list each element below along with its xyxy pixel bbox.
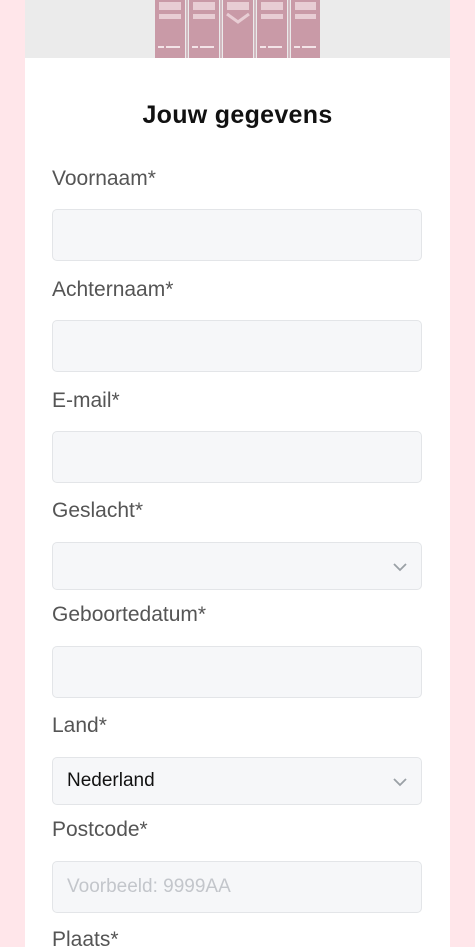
chevron-down-icon xyxy=(393,778,407,787)
country-value: Nederland xyxy=(67,770,155,791)
first-name-label: Voornaam* xyxy=(52,167,156,190)
country-select[interactable]: Nederland xyxy=(52,757,422,805)
product-image xyxy=(155,0,320,58)
form-title: Jouw gegevens xyxy=(142,101,333,129)
country-label: Land* xyxy=(52,714,107,737)
first-name-input[interactable] xyxy=(52,209,422,261)
birthdate-input[interactable] xyxy=(52,646,422,698)
birthdate-label: Geboortedatum* xyxy=(52,603,207,626)
email-input[interactable] xyxy=(52,431,422,483)
email-label: E-mail* xyxy=(52,389,120,412)
last-name-label: Achternaam* xyxy=(52,278,174,301)
gender-select[interactable] xyxy=(52,542,422,590)
city-label: Plaats* xyxy=(52,928,119,947)
last-name-input[interactable] xyxy=(52,320,422,372)
hero-banner xyxy=(25,0,450,58)
postcode-label: Postcode* xyxy=(52,818,148,841)
postcode-input[interactable]: Voorbeeld: 9999AA xyxy=(52,861,422,913)
gender-label: Geslacht* xyxy=(52,499,144,522)
chevron-down-icon xyxy=(393,563,407,572)
postcode-placeholder: Voorbeeld: 9999AA xyxy=(67,876,231,897)
form-card: Jouw gegevens Voornaam* Achternaam* E-ma… xyxy=(25,0,450,947)
